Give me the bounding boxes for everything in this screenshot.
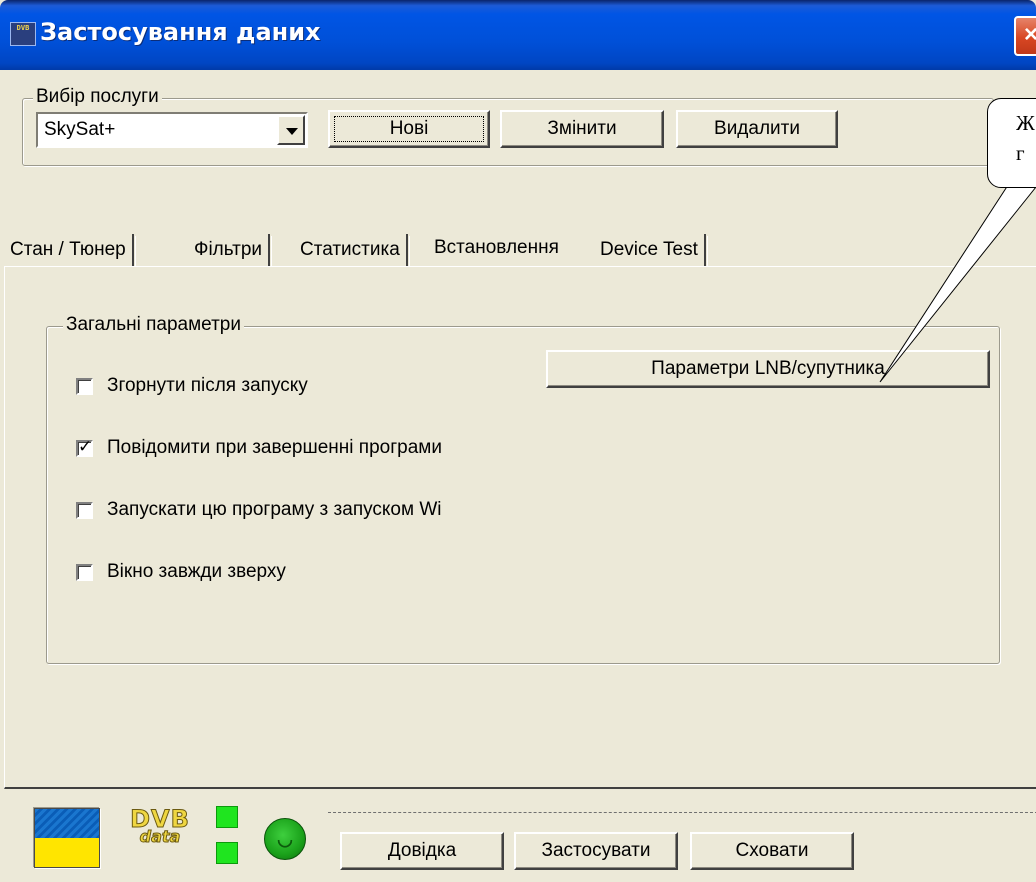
checkbox-label: Повідомити при завершенні програми	[107, 437, 442, 458]
tab-filters[interactable]: Фільтри	[188, 234, 273, 266]
callout-line-2: г	[1016, 141, 1025, 165]
window-title: Застосування даних	[40, 18, 321, 46]
smiley-status-icon: ◡	[264, 818, 306, 860]
ukraine-flag-icon[interactable]	[34, 808, 100, 868]
tab-statistics[interactable]: Статистика	[294, 234, 410, 266]
service-combo[interactable]: SkySat+	[36, 112, 308, 148]
edit-button[interactable]: Змінити	[500, 110, 664, 148]
delete-button[interactable]: Видалити	[676, 110, 838, 148]
dvb-data-logo: DVB data	[120, 807, 200, 852]
callout-line-1: Ж	[1016, 111, 1035, 135]
checkbox[interactable]	[76, 502, 93, 519]
tab-strip: Стан / Тюнер Фільтри Статистика Встановл…	[0, 230, 1036, 268]
led-indicator-top	[216, 806, 238, 828]
tab-settings[interactable]: Встановлення	[428, 230, 565, 268]
tab-device-test[interactable]: Device Test	[594, 234, 708, 266]
smiley-face: ◡	[277, 829, 293, 849]
lnb-satellite-button[interactable]: Параметри LNB/супутника	[546, 350, 990, 388]
apply-button[interactable]: Застосувати	[514, 832, 678, 870]
app-icon-text: DVB	[16, 24, 30, 32]
hide-button[interactable]: Сховати	[690, 832, 854, 870]
flag-yellow-stripe	[35, 838, 99, 867]
checkbox-checked[interactable]	[76, 437, 93, 457]
service-combo-value: SkySat+	[44, 119, 116, 140]
service-selection-legend: Вибір послуги	[33, 86, 162, 108]
led-indicator-bottom	[216, 842, 238, 864]
flag-blue-stripe	[35, 809, 99, 838]
help-button[interactable]: Довідка	[340, 832, 504, 870]
title-bar[interactable]: DVB Застосування даних ×	[0, 0, 1036, 70]
chevron-down-icon[interactable]	[277, 115, 305, 145]
dvb-app-icon: DVB	[10, 22, 36, 46]
checkbox[interactable]	[76, 564, 93, 581]
checkbox[interactable]	[76, 378, 93, 395]
new-button[interactable]: Нові	[328, 110, 490, 148]
general-params-legend: Загальні параметри	[63, 314, 244, 336]
close-icon[interactable]: ×	[1014, 16, 1036, 56]
status-divider	[328, 812, 1036, 813]
callout-text: Ж г	[1016, 108, 1035, 168]
checkbox-label: Вікно завжди зверху	[107, 561, 286, 582]
checkbox-label: Запускати цю програму з запуском Wi	[107, 499, 442, 520]
tab-status-tuner[interactable]: Стан / Тюнер	[4, 234, 136, 266]
checkbox-label: Згорнути після запуску	[107, 375, 308, 396]
